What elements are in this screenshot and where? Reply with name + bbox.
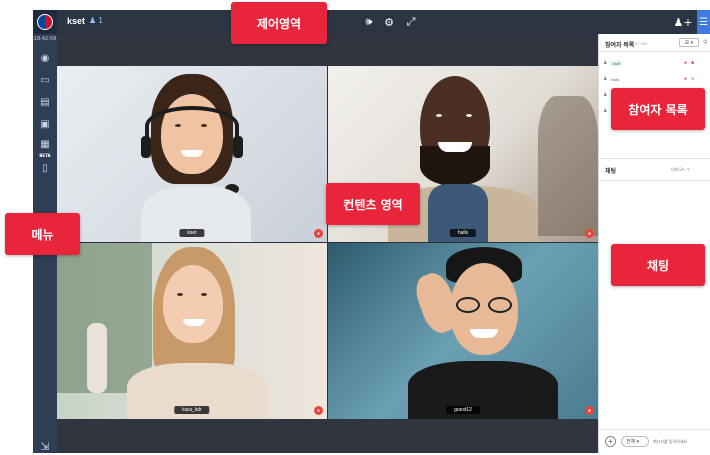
person-icon: ♟ xyxy=(603,108,608,114)
speaker-button[interactable]: 🕪 xyxy=(361,14,377,30)
beta-badge: BETA xyxy=(39,153,51,158)
chat-input-bar: + 전체 ▾ xyxy=(599,429,710,453)
mic-icon[interactable]: ● xyxy=(684,60,687,66)
video-tile[interactable]: guest12 ● xyxy=(328,243,598,419)
add-user-icon: ♟+ xyxy=(673,15,693,29)
person-icon: ♟ xyxy=(603,60,608,66)
monitor-icon: ▭ xyxy=(40,74,50,86)
fullscreen-icon: ⤢ xyxy=(406,15,416,28)
callout-chat: 채팅 xyxy=(611,244,705,286)
video-tile[interactable]: kara_kdr ● xyxy=(57,243,327,419)
search-icon[interactable]: ⚲ xyxy=(703,39,707,46)
participant-name-tag: guest12 xyxy=(446,406,480,414)
user-circle-icon: ◉ xyxy=(40,52,50,64)
menu-icon: ☰ xyxy=(699,16,708,28)
clipboard-icon: ▤ xyxy=(40,96,50,108)
participant-tag: kset xyxy=(611,60,623,66)
mic-icon[interactable]: ● xyxy=(585,229,594,238)
participants-panel-title: 참여자 목록 xyxy=(605,43,635,49)
settings-button[interactable]: ⚙ xyxy=(381,14,397,30)
profile-menu-button[interactable]: ◉ xyxy=(37,50,53,66)
person-icon: ♟ xyxy=(603,76,608,82)
camera-icon[interactable]: ■ xyxy=(691,76,694,82)
callout-participant-list: 참여자 목록 xyxy=(611,88,705,130)
participants-count: 4 / 200 xyxy=(635,41,648,46)
mic-icon[interactable]: ● xyxy=(314,406,323,415)
more-icon[interactable]: ⋯ xyxy=(698,76,703,82)
participants-view-select[interactable]: ☰ ▾ xyxy=(679,38,699,47)
person-card-icon: ▯ xyxy=(42,162,48,174)
chat-message-input[interactable] xyxy=(653,436,709,447)
exit-icon: ⇲ xyxy=(40,439,50,453)
play-icon: ▣ xyxy=(40,118,50,130)
more-icon[interactable]: ⋯ xyxy=(698,60,703,66)
control-bar: kset ♟ 1 🕪 ⚙ ⤢ ♟+ ☰ xyxy=(57,10,710,34)
plus-icon: + xyxy=(608,437,613,446)
screen-share-menu-button[interactable]: ▭ xyxy=(37,72,53,88)
chat-mode-toggle[interactable]: 대화모드 ✎ xyxy=(671,167,690,173)
video-conference-app: 18:42:59 ◉ ▭ ▤ ▣ ▦ BETA ▯ ⇲ kset ♟ 1 🕪 ⚙… xyxy=(0,0,710,455)
mic-icon[interactable]: ● xyxy=(684,76,687,82)
callout-content-area: 컨텐츠 영역 xyxy=(326,183,420,225)
person-icon: ♟ xyxy=(603,92,608,98)
clock-display: 18:42:59 xyxy=(33,36,57,42)
mic-icon[interactable]: ● xyxy=(585,406,594,415)
video-tile[interactable]: kset ● xyxy=(57,66,327,242)
participant-name: halls xyxy=(611,76,620,82)
attach-button[interactable]: + xyxy=(605,436,616,447)
chat-recipient-select[interactable]: 전체 ▾ xyxy=(621,436,649,447)
divider xyxy=(599,158,710,159)
divider xyxy=(599,51,710,52)
room-name: kset xyxy=(67,16,86,26)
whiteboard-menu-button[interactable]: ▦ BETA xyxy=(37,136,53,159)
divider xyxy=(599,180,710,181)
user-count: ♟ 1 xyxy=(89,16,103,25)
chat-panel-title: 채팅 xyxy=(605,169,617,175)
participant-card-menu-button[interactable]: ▯ xyxy=(37,160,53,176)
whiteboard-icon: ▦ xyxy=(40,138,50,150)
content-bottom-strip xyxy=(57,419,598,453)
mic-icon[interactable]: ● xyxy=(314,229,323,238)
invite-user-button[interactable]: ♟+ xyxy=(673,14,693,30)
speaker-icon: 🕪 xyxy=(365,15,373,28)
content-top-strip xyxy=(57,34,598,66)
callout-menu: 메뉴 xyxy=(5,213,80,255)
participant-name-tag: kset xyxy=(179,229,205,237)
content-area: kset ● halls ● kara_kdr ● guest12 ● xyxy=(57,34,598,453)
participant-name-tag: halls xyxy=(449,229,477,237)
camera-icon[interactable]: ■ xyxy=(691,60,694,66)
participant-row[interactable]: ♟ kset ● ■ ⋯ xyxy=(603,58,707,68)
callout-control-area: 제어영역 xyxy=(231,2,327,44)
document-menu-button[interactable]: ▤ xyxy=(37,94,53,110)
participant-row[interactable]: ♟ halls ● ■ ⋯ xyxy=(603,74,707,84)
fullscreen-button[interactable]: ⤢ xyxy=(403,14,419,30)
hamburger-menu-button[interactable]: ☰ xyxy=(697,10,710,34)
exit-button[interactable]: ⇲ xyxy=(37,438,53,454)
media-menu-button[interactable]: ▣ xyxy=(37,116,53,132)
government-logo xyxy=(33,10,57,34)
participant-name-tag: kara_kdr xyxy=(174,406,210,414)
gear-icon: ⚙ xyxy=(384,15,394,29)
